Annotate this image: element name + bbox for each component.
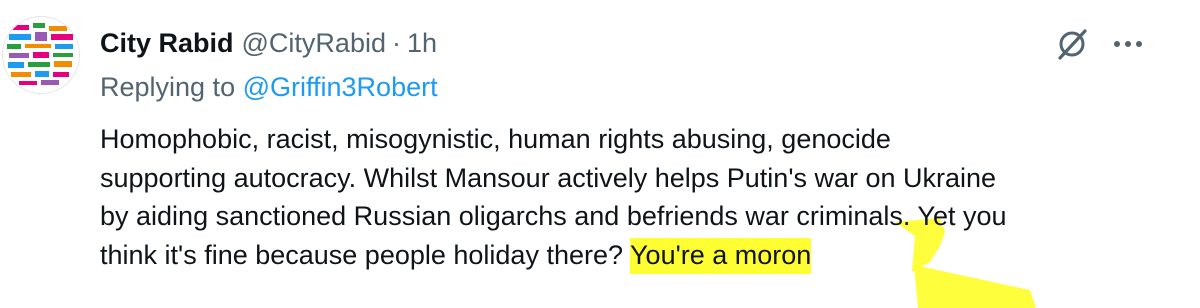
tweet-line: Homophobic, racist, misogynistic, human … [100,124,891,154]
tweet[interactable]: City Rabid @CityRabid · 1h Replying to @… [0,0,1200,308]
reply-context: Replying to @Griffin3Robert [100,72,438,103]
reply-prefix: Replying to [100,72,236,102]
tweet-line-plain: think it's fine because people holiday t… [100,239,624,270]
highlighted-text: You're a moron [630,237,812,274]
user-handle[interactable]: @CityRabid [242,28,386,59]
tweet-header: City Rabid @CityRabid · 1h [100,26,437,60]
avatar-logo-icon [7,23,73,85]
grok-icon[interactable] [1052,26,1092,62]
reply-to-handle[interactable]: @Griffin3Robert [243,72,438,102]
separator-dot: · [391,27,401,58]
tweet-line: by aiding sanctioned Russian oligarchs a… [100,201,1007,231]
timestamp[interactable]: 1h [407,28,437,59]
tweet-line-last: think it's fine because people holiday t… [100,236,1160,275]
avatar[interactable] [2,16,80,94]
tweet-body: Homophobic, racist, misogynistic, human … [100,120,1160,274]
more-icon[interactable] [1108,26,1148,62]
tweet-line: supporting autocracy. Whilst Mansour act… [100,162,997,193]
display-name[interactable]: City Rabid [100,28,234,59]
